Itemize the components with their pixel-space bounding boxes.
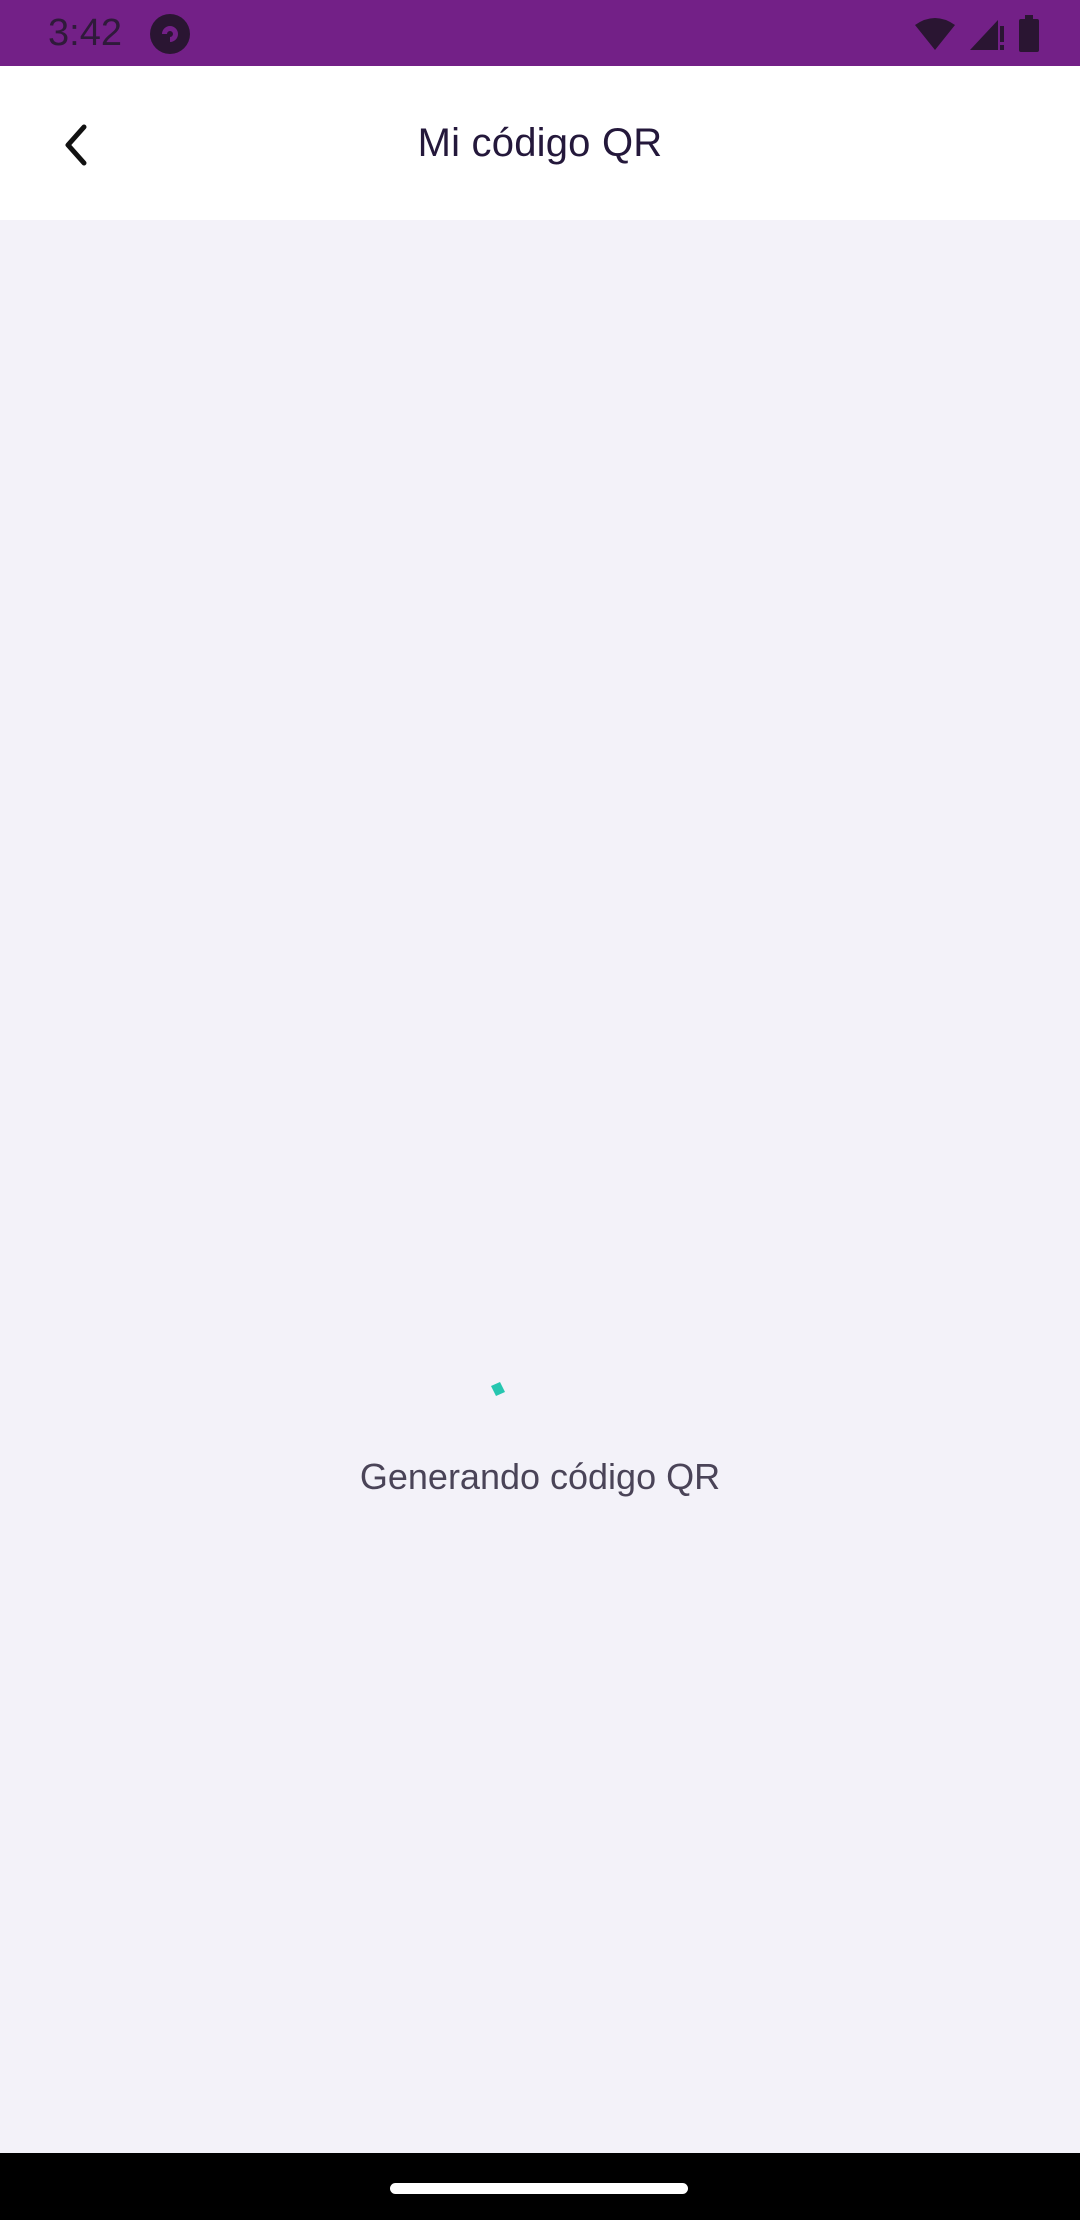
loading-spinner <box>491 1382 505 1396</box>
status-icons <box>914 14 1040 54</box>
chevron-left-icon <box>65 124 87 166</box>
loading-area: Generando código QR <box>0 220 1080 2153</box>
signal-icon <box>970 20 1004 50</box>
status-bar: 3:42 <box>0 0 1080 66</box>
app-bar: Mi código QR <box>0 66 1080 220</box>
back-button[interactable] <box>40 109 112 181</box>
home-indicator[interactable] <box>390 2183 688 2194</box>
page-title: Mi código QR <box>417 121 663 165</box>
navigation-bar <box>0 2153 1080 2220</box>
battery-icon <box>1019 15 1039 52</box>
app-notification-icon <box>150 14 190 54</box>
wifi-icon <box>915 18 955 50</box>
loading-message: Generando código QR <box>359 1456 721 1497</box>
status-time: 3:42 <box>48 12 122 54</box>
